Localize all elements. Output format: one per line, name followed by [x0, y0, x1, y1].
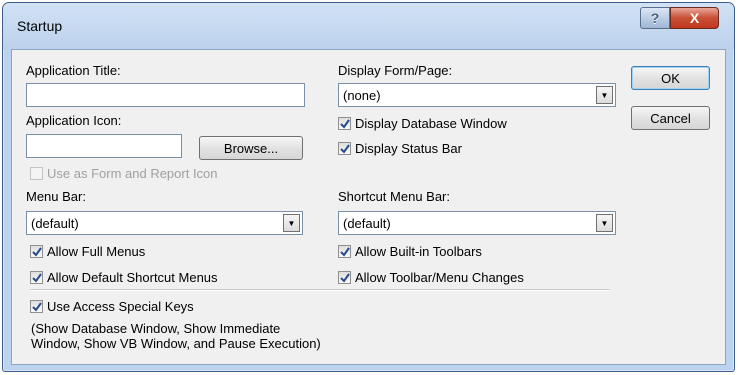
shortcut-menu-bar-label: Shortcut Menu Bar:: [338, 189, 450, 204]
display-database-window-checkbox[interactable]: Display Database Window: [338, 116, 507, 131]
checkbox-label: Allow Toolbar/Menu Changes: [355, 270, 524, 285]
chevron-down-icon[interactable]: ▼: [596, 86, 613, 104]
allow-default-shortcut-menus-checkbox[interactable]: Allow Default Shortcut Menus: [30, 270, 218, 285]
display-form-page-label: Display Form/Page:: [338, 63, 453, 78]
title-bar[interactable]: Startup ? X: [3, 3, 734, 49]
special-keys-description-line-1: (Show Database Window, Show Immediate: [31, 321, 281, 336]
help-button[interactable]: ?: [640, 7, 670, 29]
checkbox-label: Allow Built-in Toolbars: [355, 244, 482, 259]
use-access-special-keys-checkbox[interactable]: Use Access Special Keys: [30, 299, 194, 314]
checkmark-icon: [338, 117, 351, 130]
window-title: Startup: [17, 18, 63, 34]
checkbox-label: Allow Full Menus: [47, 244, 146, 259]
checkbox-label: Use as Form and Report Icon: [47, 166, 218, 181]
application-icon-input[interactable]: [26, 134, 182, 158]
menu-bar-label: Menu Bar:: [26, 189, 86, 204]
checkbox-label: Allow Default Shortcut Menus: [47, 270, 218, 285]
display-form-page-value: (none): [343, 88, 381, 103]
dialog-body: Application Title: Application Icon: Bro…: [11, 49, 726, 365]
divider: [30, 289, 610, 291]
checkbox-label: Display Database Window: [355, 116, 507, 131]
ok-button[interactable]: OK: [631, 66, 710, 90]
close-button[interactable]: X: [670, 7, 719, 29]
chevron-down-icon[interactable]: ▼: [283, 214, 300, 232]
use-as-form-report-icon-checkbox[interactable]: Use as Form and Report Icon: [30, 166, 218, 181]
checkbox-box: [30, 167, 43, 180]
cancel-button[interactable]: Cancel: [631, 106, 710, 130]
startup-dialog: Startup ? X Application Title: Applicati…: [2, 2, 735, 372]
allow-built-in-toolbars-checkbox[interactable]: Allow Built-in Toolbars: [338, 244, 482, 259]
checkmark-icon: [338, 271, 351, 284]
checkmark-icon: [30, 245, 43, 258]
application-title-input[interactable]: [26, 83, 305, 107]
checkmark-icon: [30, 300, 43, 313]
special-keys-description: (Show Database Window, Show Immediate Wi…: [31, 321, 391, 351]
shortcut-menu-bar-select[interactable]: (default) ▼: [338, 211, 616, 235]
browse-button[interactable]: Browse...: [199, 136, 303, 160]
application-icon-label: Application Icon:: [26, 113, 122, 128]
checkmark-icon: [30, 271, 43, 284]
checkmark-icon: [338, 142, 351, 155]
checkbox-label: Display Status Bar: [355, 141, 462, 156]
chevron-down-icon[interactable]: ▼: [596, 214, 613, 232]
allow-toolbar-menu-changes-checkbox[interactable]: Allow Toolbar/Menu Changes: [338, 270, 524, 285]
special-keys-description-line-2: Window, Show VB Window, and Pause Execut…: [31, 336, 321, 351]
checkbox-label: Use Access Special Keys: [47, 299, 194, 314]
display-form-page-select[interactable]: (none) ▼: [338, 83, 616, 107]
allow-full-menus-checkbox[interactable]: Allow Full Menus: [30, 244, 145, 259]
menu-bar-select[interactable]: (default) ▼: [26, 211, 303, 235]
checkmark-icon: [338, 245, 351, 258]
display-status-bar-checkbox[interactable]: Display Status Bar: [338, 141, 462, 156]
application-title-label: Application Title:: [26, 63, 121, 78]
shortcut-menu-bar-value: (default): [343, 216, 391, 231]
menu-bar-value: (default): [31, 216, 79, 231]
